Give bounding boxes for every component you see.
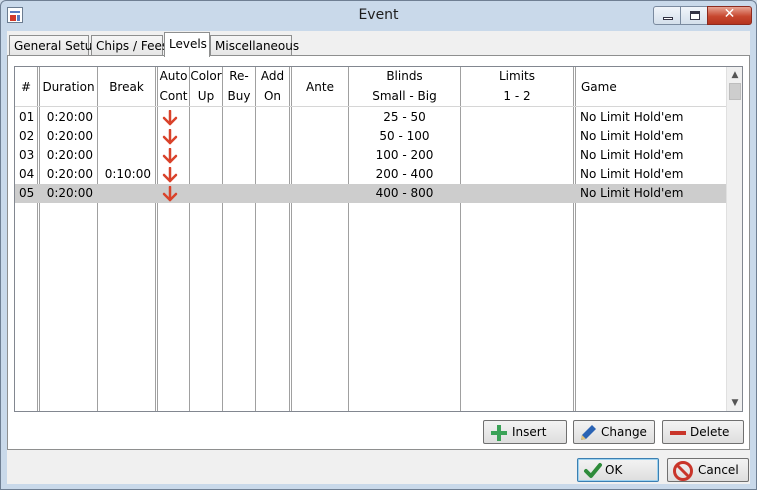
cancel-button[interactable]: Cancel — [667, 458, 749, 482]
tab-label: General Setup — [14, 39, 101, 53]
change-button[interactable]: Change — [573, 420, 655, 444]
maximize-icon — [690, 11, 700, 20]
close-button[interactable]: ✕ — [707, 6, 752, 25]
minus-icon — [670, 431, 686, 435]
level-break: 0:10:00 — [104, 167, 151, 181]
event-window: Event ✕ General Setup Chips / Fees Level… — [0, 0, 757, 490]
header-game[interactable]: Game — [581, 80, 617, 94]
level-number: 01 — [19, 110, 35, 124]
level-game: No Limit Hold'em — [580, 110, 684, 124]
table-row[interactable]: 01 0:20:00 25 - 50 No Limit Hold'em — [15, 108, 727, 127]
level-game: No Limit Hold'em — [580, 167, 684, 181]
insert-button[interactable]: Insert — [483, 420, 567, 444]
table-row[interactable]: 03 0:20:00 100 - 200 No Limit Hold'em — [15, 146, 727, 165]
level-duration: 0:20:00 — [46, 129, 93, 143]
header-buy: Buy — [227, 89, 251, 103]
down-arrow-icon — [162, 167, 178, 183]
level-blinds: 50 - 100 — [379, 129, 430, 143]
maximize-button[interactable] — [680, 6, 708, 25]
header-color[interactable]: Color — [190, 69, 222, 83]
dialog-client: General Setup Chips / Fees Levels Miscel… — [7, 31, 750, 484]
tab-chips-fees[interactable]: Chips / Fees — [91, 35, 168, 57]
insert-label: Insert — [512, 425, 547, 439]
tab-general-setup[interactable]: General Setup — [9, 35, 100, 57]
level-game: No Limit Hold'em — [580, 186, 684, 200]
pencil-icon — [581, 425, 596, 440]
header-small-big: Small - Big — [372, 89, 437, 103]
grid-header: # Duration Break Auto Cont Color Up Re- … — [15, 67, 727, 107]
header-ante[interactable]: Ante — [292, 80, 348, 94]
level-duration: 0:20:00 — [46, 110, 93, 124]
level-number: 04 — [19, 167, 35, 181]
ok-label: OK — [605, 463, 623, 477]
cancel-icon — [673, 461, 693, 481]
level-number: 03 — [19, 148, 35, 162]
header-break[interactable]: Break — [98, 80, 155, 94]
scroll-thumb[interactable] — [729, 83, 741, 100]
window-controls: ✕ — [653, 6, 752, 26]
down-arrow-icon — [162, 148, 178, 164]
level-number: 02 — [19, 129, 35, 143]
level-game: No Limit Hold'em — [580, 148, 684, 162]
level-blinds: 200 - 400 — [375, 167, 434, 181]
close-icon: ✕ — [723, 6, 736, 22]
scroll-down-icon[interactable]: ▼ — [727, 395, 742, 411]
level-number: 05 — [19, 186, 35, 200]
minimize-icon — [663, 17, 673, 20]
delete-button[interactable]: Delete — [662, 420, 744, 444]
scroll-up-icon[interactable]: ▲ — [727, 67, 742, 83]
header-num[interactable]: # — [15, 80, 37, 94]
header-add[interactable]: Add — [256, 69, 289, 83]
checkmark-icon — [584, 463, 602, 478]
level-duration: 0:20:00 — [46, 148, 93, 162]
header-up: Up — [197, 89, 215, 103]
plus-icon — [491, 425, 507, 441]
header-limits[interactable]: Limits — [461, 69, 573, 83]
table-row[interactable]: 05 0:20:00 400 - 800 No Limit Hold'em — [15, 184, 727, 203]
levels-grid[interactable]: # Duration Break Auto Cont Color Up Re- … — [14, 66, 743, 412]
tab-levels[interactable]: Levels — [164, 32, 210, 57]
header-duration[interactable]: Duration — [40, 80, 97, 94]
level-duration: 0:20:00 — [46, 167, 93, 181]
level-blinds: 100 - 200 — [375, 148, 434, 162]
level-blinds: 400 - 800 — [375, 186, 434, 200]
level-game: No Limit Hold'em — [580, 129, 684, 143]
tab-label: Miscellaneous — [215, 39, 300, 53]
minimize-button[interactable] — [653, 6, 681, 25]
change-label: Change — [601, 425, 647, 439]
table-row[interactable]: 04 0:20:00 0:10:00 200 - 400 No Limit Hold'e… — [15, 165, 727, 184]
header-cont: Cont — [159, 89, 188, 103]
tab-miscellaneous[interactable]: Miscellaneous — [210, 35, 299, 57]
header-limits-range: 1 - 2 — [503, 89, 531, 103]
level-blinds: 25 - 50 — [383, 110, 426, 124]
down-arrow-icon — [162, 186, 178, 202]
tab-label: Levels — [169, 37, 207, 51]
delete-label: Delete — [690, 425, 730, 439]
header-on: On — [263, 89, 282, 103]
tab-label: Chips / Fees — [96, 39, 169, 53]
down-arrow-icon — [162, 110, 178, 126]
header-auto[interactable]: Auto — [158, 69, 189, 83]
cancel-label: Cancel — [698, 463, 739, 477]
vertical-scrollbar[interactable]: ▲ ▼ — [726, 67, 742, 411]
header-blinds[interactable]: Blinds — [349, 69, 460, 83]
ok-button[interactable]: OK — [577, 458, 659, 482]
title-bar[interactable]: Event ✕ — [1, 1, 756, 31]
table-row[interactable]: 02 0:20:00 50 - 100 No Limit Hold'em — [15, 127, 727, 146]
level-duration: 0:20:00 — [46, 186, 93, 200]
header-rebuy[interactable]: Re- — [223, 69, 255, 83]
levels-panel: # Duration Break Auto Cont Color Up Re- … — [7, 55, 750, 450]
window-title: Event — [358, 7, 399, 23]
down-arrow-icon — [162, 129, 178, 145]
